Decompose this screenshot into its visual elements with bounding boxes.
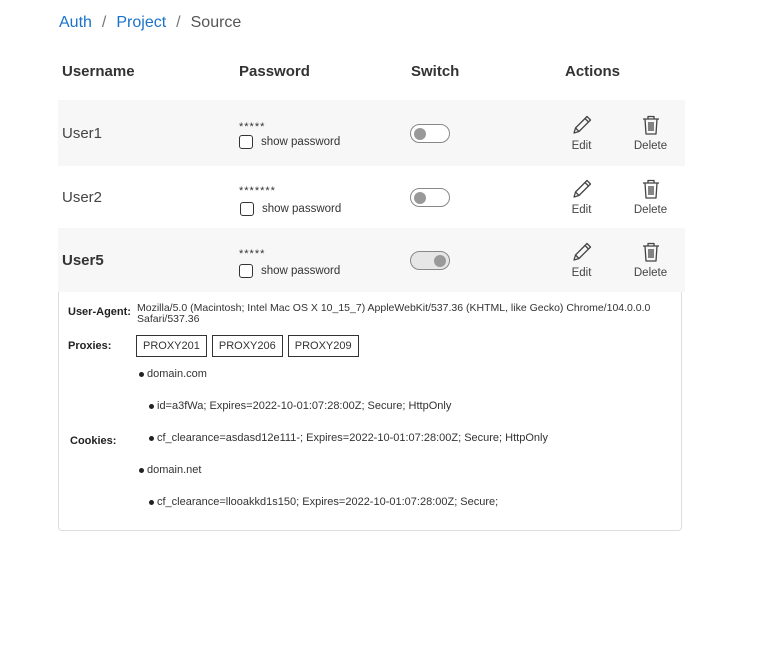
bullet-icon [139, 371, 144, 377]
user-details-panel: User-Agent: Mozilla/5.0 (Macintosh; Inte… [58, 292, 682, 531]
delete-button[interactable]: Delete [616, 241, 685, 279]
password-mask: ***** [239, 121, 266, 133]
trash-icon [640, 241, 662, 267]
user-switch[interactable] [410, 250, 450, 270]
breadcrumb-current: Source [190, 14, 242, 31]
table-header: Username Password Switch Actions [58, 58, 685, 84]
proxies-label: Proxies: [68, 340, 112, 352]
bullet-icon [149, 403, 154, 409]
table-row: User1 ***** show password Edit Delete [58, 100, 685, 166]
pencil-icon [571, 114, 593, 140]
edit-label: Edit [571, 267, 592, 279]
proxy-tag: PROXY206 [211, 335, 283, 357]
user-agent-value: Mozilla/5.0 (Macintosh; Intel Mac OS X 1… [137, 302, 651, 325]
header-actions: Actions [565, 62, 621, 80]
password-mask: ******* [239, 184, 276, 197]
username-cell: User1 [62, 124, 103, 142]
delete-label: Delete [633, 204, 668, 216]
delete-button[interactable]: Delete [616, 114, 685, 152]
delete-button[interactable]: Delete [616, 178, 685, 216]
breadcrumb-link-auth[interactable]: Auth [59, 14, 92, 32]
breadcrumb-separator: / [176, 14, 181, 31]
edit-label: Edit [571, 204, 592, 216]
delete-label: Delete [633, 140, 668, 152]
header-switch: Switch [411, 62, 460, 80]
cookie-value: cf_clearance=llooakkd1s150; Expires=2022… [157, 496, 499, 508]
breadcrumb-separator: / [101, 14, 107, 31]
header-password: Password [239, 62, 310, 80]
edit-label: Edit [571, 140, 592, 152]
proxy-tag: PROXY209 [287, 335, 359, 357]
user-agent-label: User-Agent: [68, 306, 131, 318]
show-password-label: show password [261, 136, 341, 148]
users-table: Username Password Switch Actions User1 *… [58, 58, 685, 292]
cookie-item: id=a3fWa; Expires=2022-10-01:07:28:00Z; … [149, 400, 451, 412]
cookie-domain-name: domain.net [147, 464, 202, 476]
table-row: User5 ***** show password Edit Delete [58, 228, 685, 292]
pencil-icon [571, 241, 593, 267]
delete-label: Delete [633, 267, 668, 279]
trash-icon [640, 114, 662, 140]
breadcrumb: Auth / Project / Source [59, 14, 241, 32]
trash-icon [640, 178, 662, 204]
show-password-toggle[interactable]: show password [239, 201, 407, 216]
cookie-value: id=a3fWa; Expires=2022-10-01:07:28:00Z; … [157, 400, 452, 412]
cookie-item: cf_clearance=asdasd12e111-; Expires=2022… [149, 432, 548, 444]
show-password-toggle[interactable]: show password [239, 264, 407, 278]
cookie-domain: domain.com [139, 368, 207, 380]
proxy-tag: PROXY201 [136, 335, 207, 357]
bullet-icon [139, 467, 144, 473]
edit-button[interactable]: Edit [547, 241, 616, 279]
show-password-label: show password [261, 265, 341, 277]
cookies-label: Cookies: [70, 435, 117, 447]
edit-button[interactable]: Edit [547, 114, 616, 152]
password-mask: ***** [239, 248, 266, 260]
user-switch[interactable] [410, 187, 450, 207]
show-password-toggle[interactable]: show password [239, 135, 407, 149]
cookie-domain-name: domain.com [147, 368, 207, 380]
cookie-domain: domain.net [139, 464, 201, 476]
header-username: Username [62, 62, 135, 80]
username-cell: User5 [62, 251, 104, 269]
show-password-label: show password [262, 202, 342, 215]
bullet-icon [149, 499, 154, 505]
show-password-checkbox[interactable] [239, 135, 253, 149]
proxy-list: PROXY201 PROXY206 PROXY209 [136, 335, 364, 357]
cookie-value: cf_clearance=asdasd12e111-; Expires=2022… [157, 432, 548, 444]
pencil-icon [571, 178, 593, 204]
cookie-item: cf_clearance=llooakkd1s150; Expires=2022… [149, 496, 498, 508]
edit-button[interactable]: Edit [547, 178, 616, 216]
user-switch[interactable] [410, 123, 450, 143]
show-password-checkbox[interactable] [240, 201, 254, 216]
show-password-checkbox[interactable] [239, 264, 253, 278]
breadcrumb-link-project[interactable]: Project [116, 14, 166, 32]
table-row: User2 ******* show password Edit Delete [58, 166, 685, 228]
bullet-icon [149, 435, 154, 441]
username-cell: User2 [62, 188, 103, 206]
